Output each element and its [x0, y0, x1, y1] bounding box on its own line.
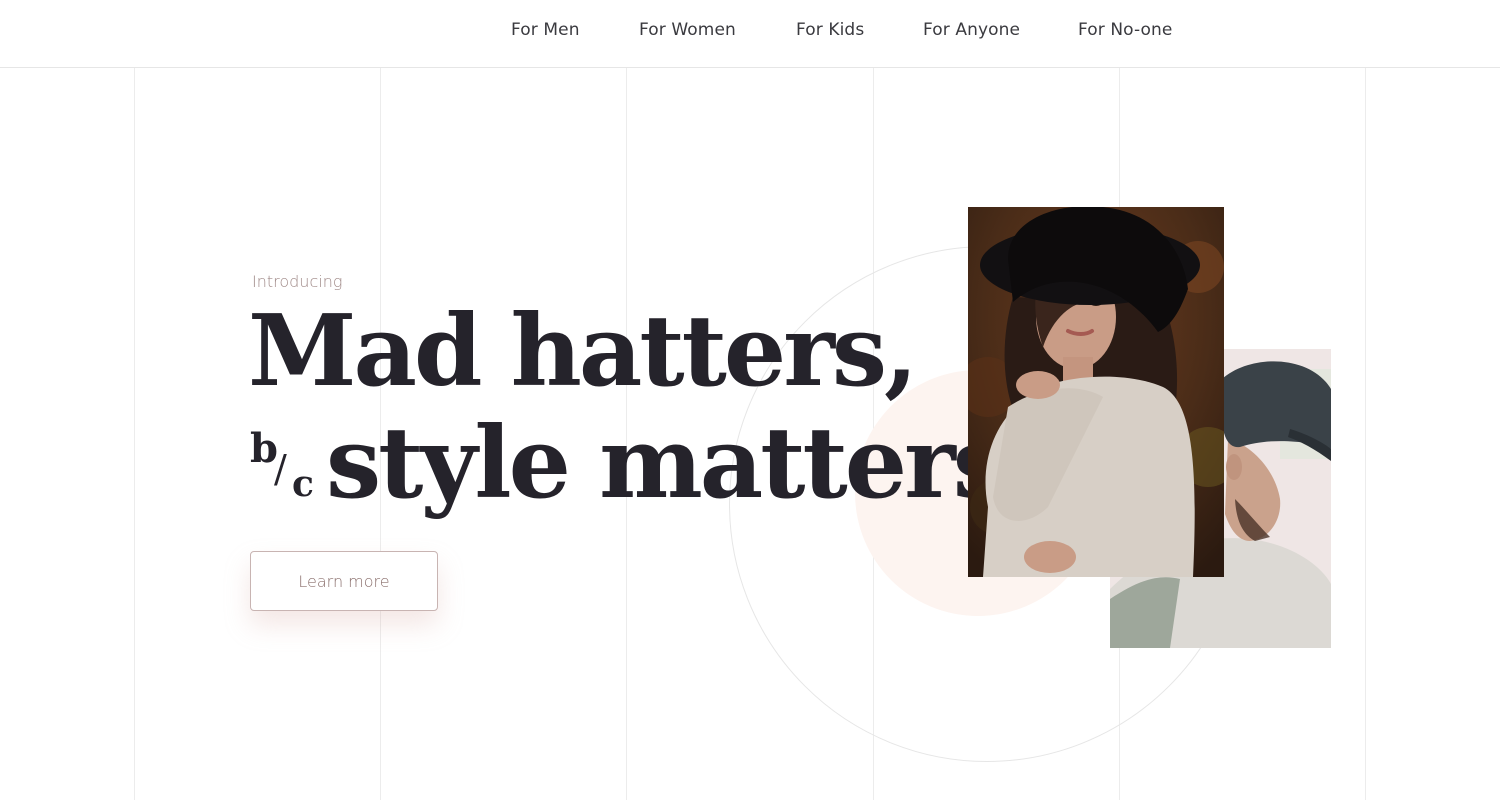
nav-item-for-anyone[interactable]: For Anyone	[923, 20, 1020, 40]
hero-headline-line2: style matters	[326, 406, 1008, 521]
nav-item-for-kids[interactable]: For Kids	[796, 20, 864, 40]
grid-line	[134, 68, 135, 800]
learn-more-button[interactable]: Learn more	[250, 551, 438, 611]
nav-item-for-men[interactable]: For Men	[511, 20, 580, 40]
prefix-slash: /	[274, 447, 287, 491]
woman-in-black-hat-photo	[968, 207, 1224, 577]
hero-headline-prefix: b / c	[250, 425, 320, 505]
nav-item-for-women[interactable]: For Women	[639, 20, 736, 40]
hero-headline-line1: Mad hatters,	[248, 294, 918, 409]
hero-eyebrow: Introducing	[252, 272, 343, 291]
prefix-c: c	[292, 463, 314, 505]
grid-line	[1365, 68, 1366, 800]
nav-item-for-no-one[interactable]: For No-one	[1078, 20, 1172, 40]
top-navigation: For Men For Women For Kids For Anyone Fo…	[0, 0, 1500, 68]
